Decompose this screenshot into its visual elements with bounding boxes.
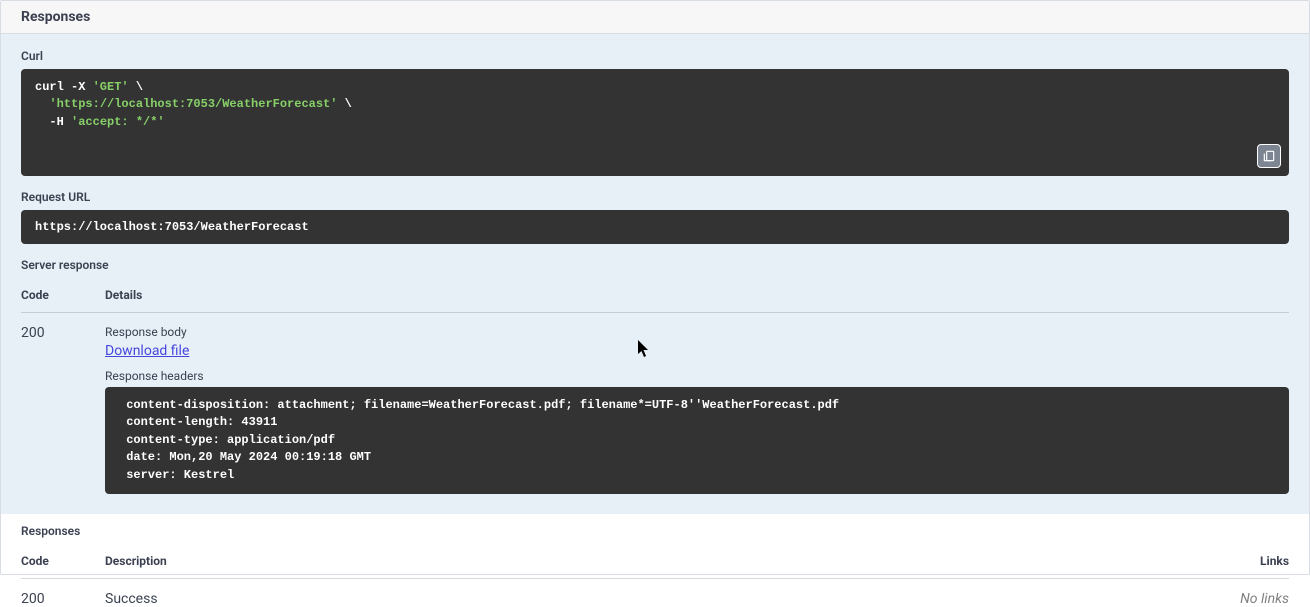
curl-text: \ (337, 97, 351, 111)
live-table-head: Code Details (21, 278, 1289, 313)
status-code: 200 (21, 325, 105, 341)
col-links-header: Links (1209, 554, 1289, 568)
request-url-block: Request URL https://localhost:7053/Weath… (21, 190, 1289, 244)
request-url-label: Request URL (21, 190, 1289, 204)
download-file-link[interactable]: Download file (105, 343, 189, 359)
responses-title: Responses (21, 9, 1289, 25)
response-headers-label: Response headers (105, 369, 1289, 383)
col-code-header: Code (21, 554, 105, 568)
response-body-label: Response body (105, 325, 1289, 339)
responses-panel: Responses Curl curl -X 'GET' \ 'https://… (0, 0, 1310, 575)
curl-code[interactable]: curl -X 'GET' \ 'https://localhost:7053/… (21, 69, 1289, 176)
links-value: No links (1209, 591, 1289, 607)
curl-text (35, 97, 49, 111)
curl-method: 'GET' (93, 80, 129, 94)
curl-text: \ (129, 80, 143, 94)
curl-text: -H (35, 115, 71, 129)
col-code-header: Code (21, 288, 105, 302)
col-details-header: Details (105, 288, 1289, 302)
curl-url: 'https://localhost:7053/WeatherForecast' (49, 97, 337, 111)
description-value: Success (105, 591, 1209, 607)
documented-responses-label: Responses (21, 524, 1289, 538)
response-headers-code[interactable]: content-disposition: attachment; filenam… (105, 387, 1289, 494)
responses-header: Responses (1, 1, 1309, 34)
curl-header: 'accept: */*' (71, 115, 165, 129)
documented-responses-block: Responses Code Description Links 200 Suc… (1, 514, 1309, 607)
details-column: Response body Download file Response hea… (105, 325, 1289, 494)
status-code: 200 (21, 591, 105, 607)
live-responses-block: Curl curl -X 'GET' \ 'https://localhost:… (1, 34, 1309, 514)
server-response-label: Server response (21, 258, 1289, 272)
copy-button[interactable] (1257, 144, 1281, 168)
curl-label: Curl (21, 49, 1289, 63)
clipboard-icon (1262, 149, 1276, 163)
col-description-header: Description (105, 554, 1209, 568)
curl-text: curl -X (35, 80, 93, 94)
request-url-value[interactable]: https://localhost:7053/WeatherForecast (21, 210, 1289, 244)
table-row: 200 Response body Download file Response… (21, 313, 1289, 494)
table-row: 200 Success No links (21, 579, 1289, 607)
doc-table-head: Code Description Links (21, 544, 1289, 579)
